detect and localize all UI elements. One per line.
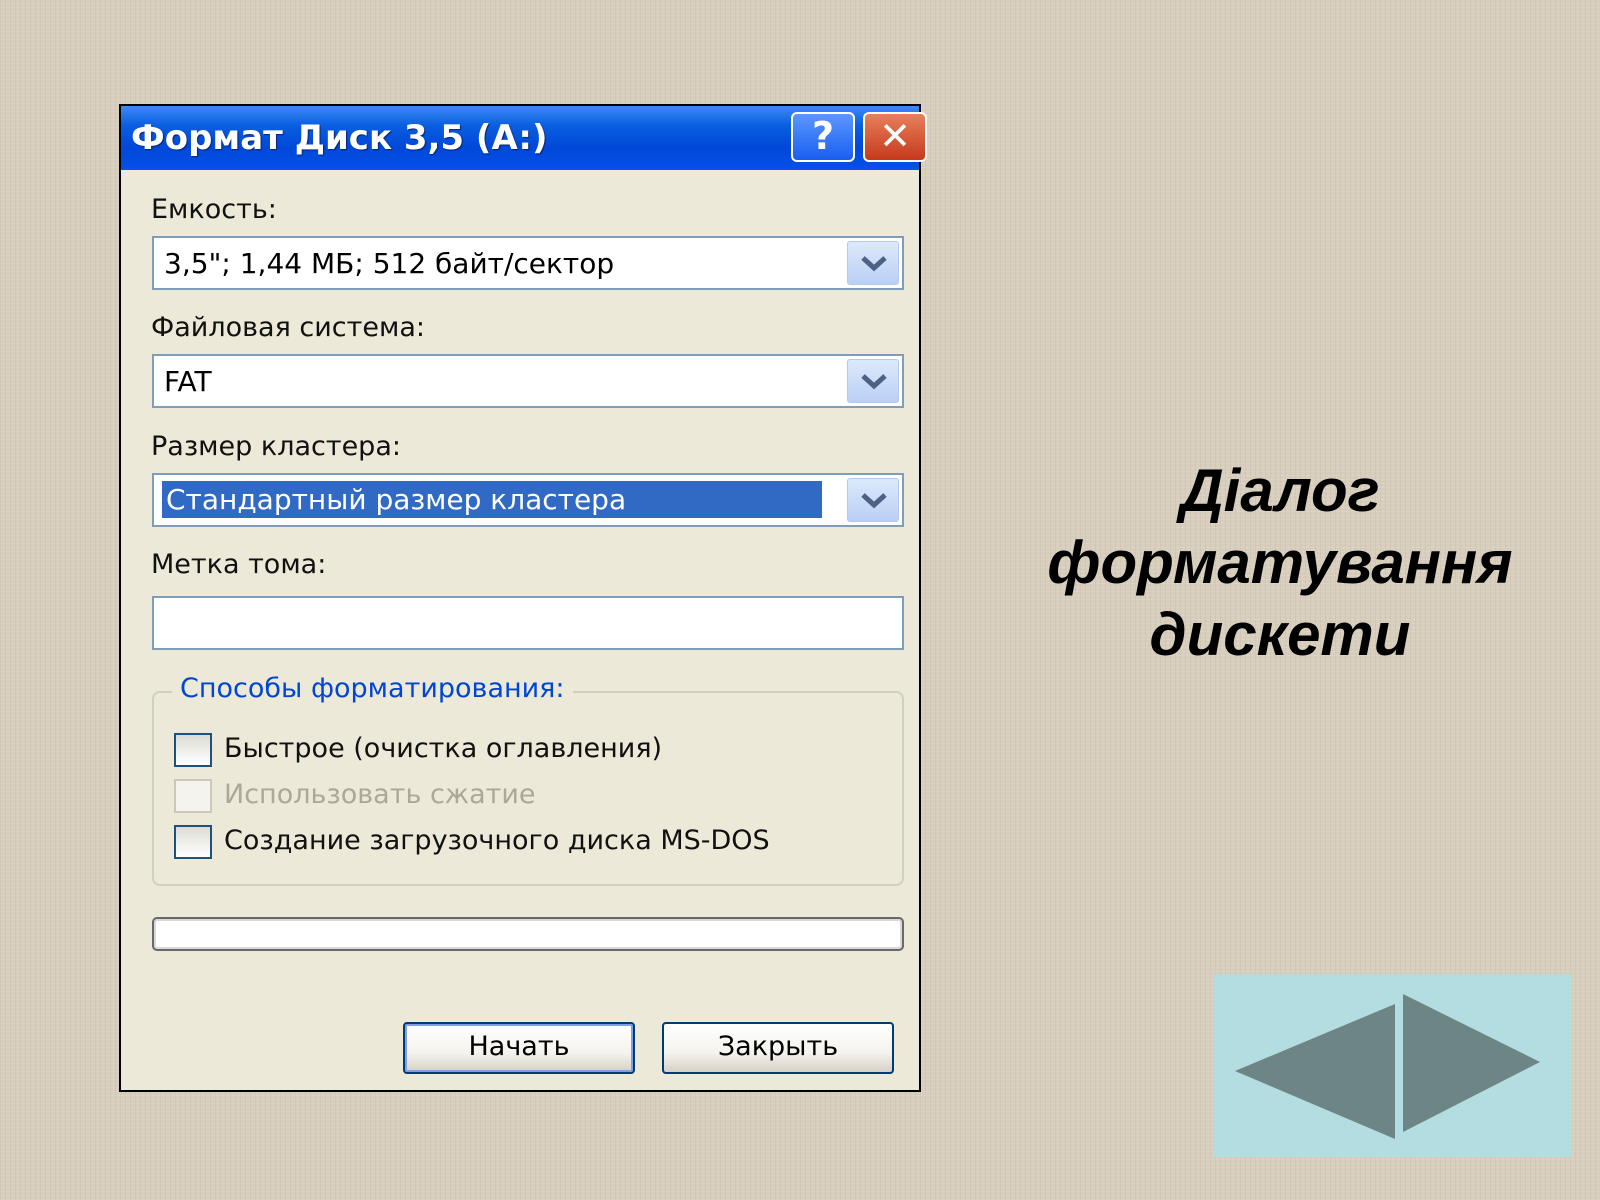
file-system-select[interactable]: FAT	[152, 354, 904, 408]
help-button[interactable]: ?	[791, 112, 855, 162]
slide-navigation	[1213, 974, 1571, 1157]
format-progress-bar	[152, 917, 904, 951]
cluster-size-value: Стандартный размер кластера	[162, 481, 822, 518]
start-button[interactable]: Начать	[403, 1022, 635, 1074]
quick-format-checkbox[interactable]	[174, 733, 212, 767]
quick-format-label: Быстрое (очистка оглавления)	[224, 733, 663, 764]
close-window-button[interactable]: ✕	[863, 112, 927, 162]
previous-slide-button[interactable]	[1235, 994, 1395, 1139]
cluster-size-select[interactable]: Стандартный размер кластера	[152, 473, 904, 527]
volume-label-input[interactable]	[152, 596, 904, 650]
file-system-label: Файловая система:	[151, 312, 425, 343]
close-button[interactable]: Закрыть	[662, 1022, 894, 1074]
dialog-titlebar[interactable]: Формат Диск 3,5 (A:) ? ✕	[121, 106, 927, 170]
capacity-select[interactable]: 3,5"; 1,44 МБ; 512 байт/сектор	[152, 236, 904, 290]
capacity-dropdown-button[interactable]	[847, 241, 899, 285]
chevron-down-icon	[861, 493, 887, 509]
format-options-title: Способы форматирования:	[172, 673, 573, 704]
help-icon: ?	[811, 114, 835, 158]
chevron-down-icon	[861, 256, 887, 272]
file-system-value: FAT	[164, 365, 212, 398]
left-triangle-icon	[1235, 1004, 1395, 1139]
caption-line: дискети	[1149, 601, 1411, 668]
close-icon: ✕	[879, 114, 911, 158]
format-options-group: Способы форматирования: Быстрое (очистка…	[152, 673, 904, 886]
dialog-title: Формат Диск 3,5 (A:)	[131, 118, 548, 158]
caption-line: Діалог	[1180, 457, 1380, 524]
compression-label: Использовать сжатие	[224, 779, 536, 810]
slide-caption: Діалог форматування дискети	[1010, 455, 1550, 671]
chevron-down-icon	[861, 374, 887, 390]
msdos-boot-disk-checkbox[interactable]	[174, 825, 212, 859]
next-slide-button[interactable]	[1403, 994, 1563, 1139]
capacity-value: 3,5"; 1,44 МБ; 512 байт/сектор	[164, 247, 615, 280]
compression-checkbox	[174, 779, 212, 813]
caption-line: форматування	[1047, 529, 1513, 596]
msdos-boot-disk-label: Создание загрузочного диска MS-DOS	[224, 825, 770, 856]
volume-label-label: Метка тома:	[151, 549, 327, 580]
cluster-size-dropdown-button[interactable]	[847, 478, 899, 522]
format-dialog: Формат Диск 3,5 (A:) ? ✕ Емкость: 3,5"; …	[119, 104, 927, 1092]
file-system-dropdown-button[interactable]	[847, 359, 899, 403]
right-triangle-icon	[1403, 994, 1540, 1132]
cluster-size-label: Размер кластера:	[151, 431, 401, 462]
capacity-label: Емкость:	[151, 194, 277, 225]
